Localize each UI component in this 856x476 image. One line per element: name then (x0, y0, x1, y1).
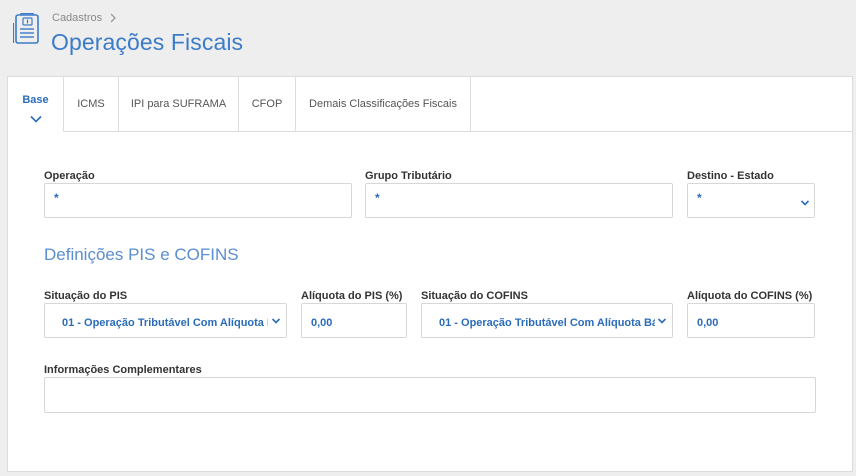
destino-estado-select[interactable]: * (687, 183, 815, 218)
tab-ipi-suframa-label: IPI para SUFRAMA (130, 98, 227, 110)
breadcrumb-item-cadastros[interactable]: Cadastros (52, 12, 102, 24)
page-title: Operações Fiscais (51, 29, 244, 55)
document-list-icon (13, 13, 39, 44)
situacao-cofins-select[interactable]: 01 - Operação Tributável Com Alíquota Bá… (421, 303, 673, 338)
chevron-down-icon (271, 318, 281, 324)
aliquota-cofins-value: 0,00 (697, 317, 719, 329)
tab-cfop[interactable]: CFOP (239, 77, 296, 132)
aliquota-pis-value: 0,00 (311, 317, 333, 329)
destino-estado-label: Destino - Estado (687, 170, 774, 182)
aliquota-pis-label: Alíquota do PIS (%) (301, 290, 403, 302)
chevron-right-icon (110, 13, 117, 23)
aliquota-pis-input[interactable]: 0,00 (301, 303, 407, 338)
section-title-pis-cofins: Definições PIS e COFINS (44, 245, 239, 264)
situacao-pis-select[interactable]: 01 - Operação Tributável Com Alíquota Bá… (44, 303, 287, 338)
tab-icms-label: ICMS (77, 98, 105, 110)
tab-cfop-label: CFOP (251, 98, 283, 110)
situacao-cofins-value: 01 - Operação Tributável Com Alíquota Bá… (439, 317, 655, 329)
operacao-value: * (54, 191, 59, 205)
operacao-label: Operação (44, 170, 95, 182)
tab-demais-classificacoes[interactable]: Demais Classificações Fiscais (296, 77, 471, 132)
chevron-down-icon (800, 200, 810, 206)
situacao-pis-label: Situação do PIS (44, 290, 128, 302)
operacao-input[interactable]: * (44, 183, 352, 218)
grupo-tributario-input[interactable]: * (365, 183, 673, 218)
tab-bar: Base ICMS IPI para SUFRAMA CFOP Demais C… (8, 77, 471, 132)
tab-icms[interactable]: ICMS (64, 77, 119, 132)
tab-base-label: Base (22, 94, 49, 106)
tab-demais-classificacoes-label: Demais Classificações Fiscais (309, 98, 457, 110)
form-card: Base ICMS IPI para SUFRAMA CFOP Demais C… (7, 76, 853, 472)
grupo-tributario-value: * (375, 191, 380, 205)
informacoes-complementares-label: Informações Complementares (44, 364, 202, 376)
destino-estado-value: * (697, 191, 702, 205)
tab-base[interactable]: Base (8, 77, 64, 132)
aliquota-cofins-label: Alíquota do COFINS (%) (687, 290, 813, 302)
situacao-cofins-label: Situação do COFINS (421, 290, 528, 302)
chevron-down-icon (29, 115, 42, 123)
aliquota-cofins-input[interactable]: 0,00 (687, 303, 815, 338)
situacao-pis-value: 01 - Operação Tributável Com Alíquota Bá… (62, 317, 268, 329)
tab-bar-filler (471, 77, 853, 132)
breadcrumb: Cadastros (52, 12, 117, 24)
page-header: Cadastros Operações Fiscais (0, 0, 856, 76)
informacoes-complementares-input[interactable] (44, 377, 816, 413)
chevron-down-icon (657, 318, 667, 324)
grupo-tributario-label: Grupo Tributário (365, 170, 452, 182)
tab-ipi-suframa[interactable]: IPI para SUFRAMA (119, 77, 239, 132)
